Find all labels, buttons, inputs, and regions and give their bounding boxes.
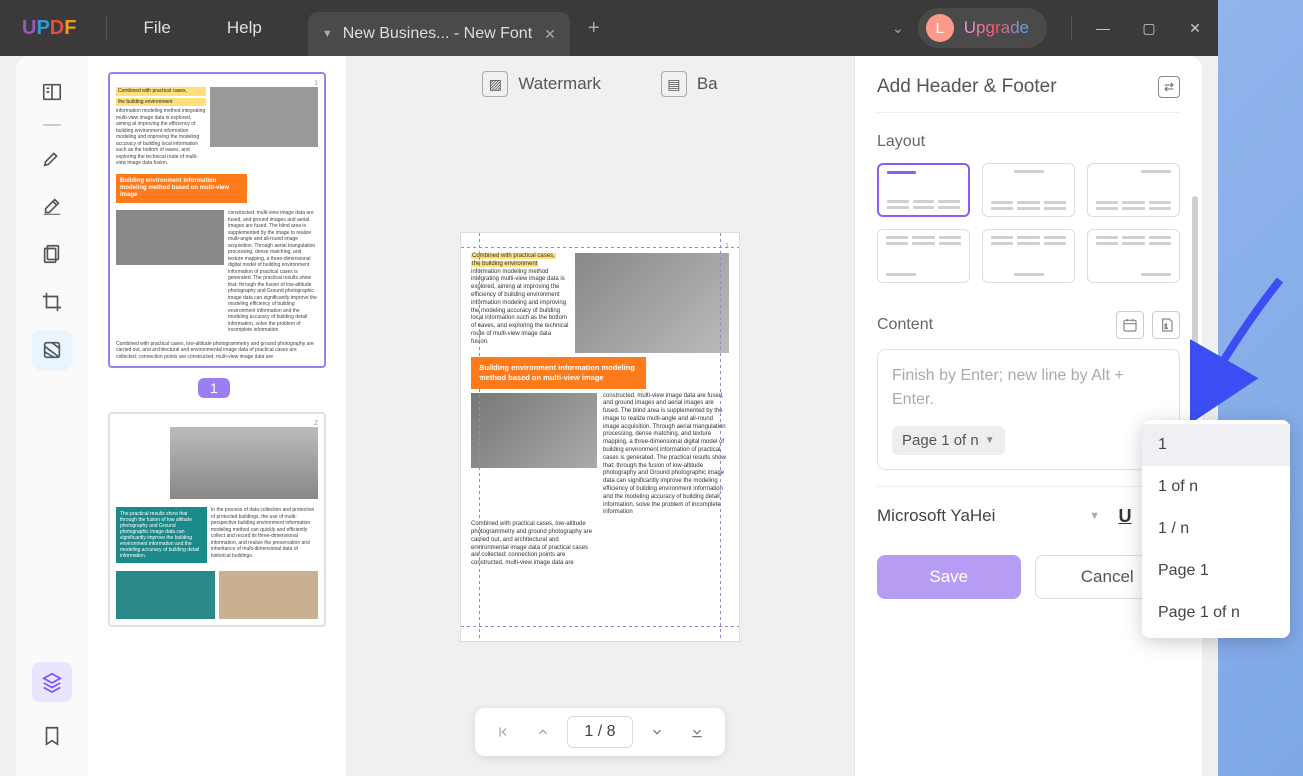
document-tab[interactable]: ▼ New Busines... - New Font ✕ [308, 12, 570, 56]
app-logo: UPDF [0, 17, 98, 40]
dropdown-option[interactable]: 1 / n [1142, 508, 1290, 550]
page-image [575, 253, 729, 353]
avatar: L [926, 14, 954, 42]
panel-scrollbar[interactable] [1192, 196, 1198, 416]
upgrade-label: Upgrade [964, 18, 1029, 38]
layout-option-2[interactable] [982, 163, 1075, 217]
bookmark-tool-icon[interactable] [32, 716, 72, 756]
layout-option-3[interactable] [1087, 163, 1180, 217]
titlebar: UPDF File Help ▼ New Busines... - New Fo… [0, 0, 1218, 56]
thumb-image [219, 571, 318, 619]
tab-close-icon[interactable]: ✕ [544, 26, 556, 43]
layout-label: Layout [877, 133, 1180, 151]
watermark-tool-icon[interactable] [32, 330, 72, 370]
layout-option-6[interactable] [1087, 229, 1180, 283]
layers-tool-icon[interactable] [32, 662, 72, 702]
tool-label: Ba [697, 74, 718, 94]
dropdown-option[interactable]: Page 1 of n [1142, 592, 1290, 634]
watermark-icon: ▨ [482, 71, 508, 97]
separator [43, 124, 61, 126]
highlight-text: Combined with practical cases, [116, 87, 206, 96]
app-window: UPDF File Help ▼ New Busines... - New Fo… [0, 0, 1218, 776]
thumbnails-panel[interactable]: 1 Combined with practical cases, the bui… [88, 56, 346, 776]
thumbnail-page-1[interactable]: 1 Combined with practical cases, the bui… [108, 72, 326, 368]
content-area: 1 Combined with practical cases, the bui… [16, 56, 1202, 776]
main-document-view: ▨ Watermark ▤ Ba 1 Combined with practic… [346, 56, 854, 776]
svg-text:1: 1 [1164, 324, 1168, 330]
body-text: information modeling method integrating … [116, 108, 206, 167]
swap-icon[interactable]: ⇄ [1158, 76, 1180, 98]
page-format-chip[interactable]: Page 1 of n▼ [892, 426, 1005, 455]
save-button[interactable]: Save [877, 555, 1021, 599]
font-select[interactable]: Microsoft YaHei▼ [877, 506, 1100, 526]
highlight-tool-icon[interactable] [32, 138, 72, 178]
divider [1071, 16, 1072, 40]
upgrade-button[interactable]: L Upgrade [918, 8, 1047, 48]
reader-tool-icon[interactable] [32, 72, 72, 112]
highlight-text: the building environment [471, 261, 538, 267]
content-input[interactable]: Finish by Enter; new line by Alt + Enter… [877, 349, 1180, 470]
watermark-tool[interactable]: ▨ Watermark [482, 71, 601, 97]
next-page-button[interactable] [641, 716, 673, 748]
pdf-page-preview[interactable]: 1 Combined with practical cases, the bui… [460, 232, 740, 642]
layout-option-5[interactable] [982, 229, 1075, 283]
first-page-button[interactable] [487, 716, 519, 748]
layout-options [877, 163, 1180, 283]
new-tab-button[interactable]: + [588, 17, 600, 40]
background-icon: ▤ [661, 71, 687, 97]
highlight-text: the building environment [116, 98, 206, 107]
body-text: constructed, multi-view image data are f… [228, 210, 318, 334]
tab-dropdown-icon[interactable]: ▼ [322, 28, 333, 40]
underline-button[interactable]: U [1110, 501, 1140, 531]
callout-teal: The practical results show that through … [116, 507, 207, 563]
maximize-button[interactable]: ▢ [1126, 8, 1172, 48]
page-input[interactable]: 1 / 8 [567, 716, 633, 748]
left-toolbar [16, 56, 88, 776]
thumb-image [116, 571, 215, 619]
body-text: Combined with practical cases, low-altit… [471, 521, 595, 568]
pages-tool-icon[interactable] [32, 234, 72, 274]
page-format-dropdown: 1 1 of n 1 / n Page 1 Page 1 of n [1142, 420, 1290, 638]
divider [106, 16, 107, 40]
background-tool[interactable]: ▤ Ba [661, 71, 718, 97]
header-footer-panel: Add Header & Footer ⇄ Layout Content 1 [854, 56, 1202, 776]
edit-tool-icon[interactable] [32, 186, 72, 226]
body-text: In the process of data collection and pr… [211, 507, 318, 563]
dropdown-option[interactable]: Page 1 [1142, 550, 1290, 592]
tab-title: New Busines... - New Font [343, 25, 532, 43]
highlight-text: Combined with practical cases, [471, 253, 556, 259]
body-text: information modeling method integrating … [471, 269, 569, 347]
body-text: constructed, multi-view image data are f… [603, 393, 729, 518]
tab-overflow-icon[interactable]: ⌄ [878, 20, 918, 37]
panel-title: Add Header & Footer [877, 76, 1057, 98]
crop-tool-icon[interactable] [32, 282, 72, 322]
page-navigator: 1 / 8 [475, 708, 725, 756]
callout-title: Building environment information modelin… [471, 357, 646, 389]
dropdown-option[interactable]: 1 of n [1142, 466, 1290, 508]
callout-title: Building environment information modelin… [116, 174, 247, 204]
page-image [471, 393, 597, 468]
close-button[interactable]: ✕ [1172, 8, 1218, 48]
layout-option-4[interactable] [877, 229, 970, 283]
page-number-icon[interactable]: 1 [1152, 311, 1180, 339]
thumb-image [170, 427, 319, 499]
body-text: Combined with practical cases, low-altit… [116, 341, 318, 361]
last-page-button[interactable] [681, 716, 713, 748]
prev-page-button[interactable] [527, 716, 559, 748]
thumb-page-number: 1 [198, 378, 230, 398]
date-icon[interactable] [1116, 311, 1144, 339]
font-controls: Microsoft YaHei▼ U [877, 486, 1180, 531]
menu-help[interactable]: Help [199, 18, 290, 38]
thumb-image [210, 87, 318, 147]
content-label: Content [877, 316, 933, 334]
layout-option-1[interactable] [877, 163, 970, 217]
page-tools: ▨ Watermark ▤ Ba [346, 56, 854, 112]
content-placeholder: Finish by Enter; new line by Alt + Enter… [892, 364, 1165, 412]
dropdown-option[interactable]: 1 [1142, 424, 1290, 466]
thumb-image [116, 210, 224, 265]
minimize-button[interactable]: — [1080, 8, 1126, 48]
thumbnail-page-2[interactable]: 2 The practical results show that throug… [108, 412, 326, 627]
tool-label: Watermark [518, 74, 601, 94]
menu-file[interactable]: File [115, 18, 198, 38]
